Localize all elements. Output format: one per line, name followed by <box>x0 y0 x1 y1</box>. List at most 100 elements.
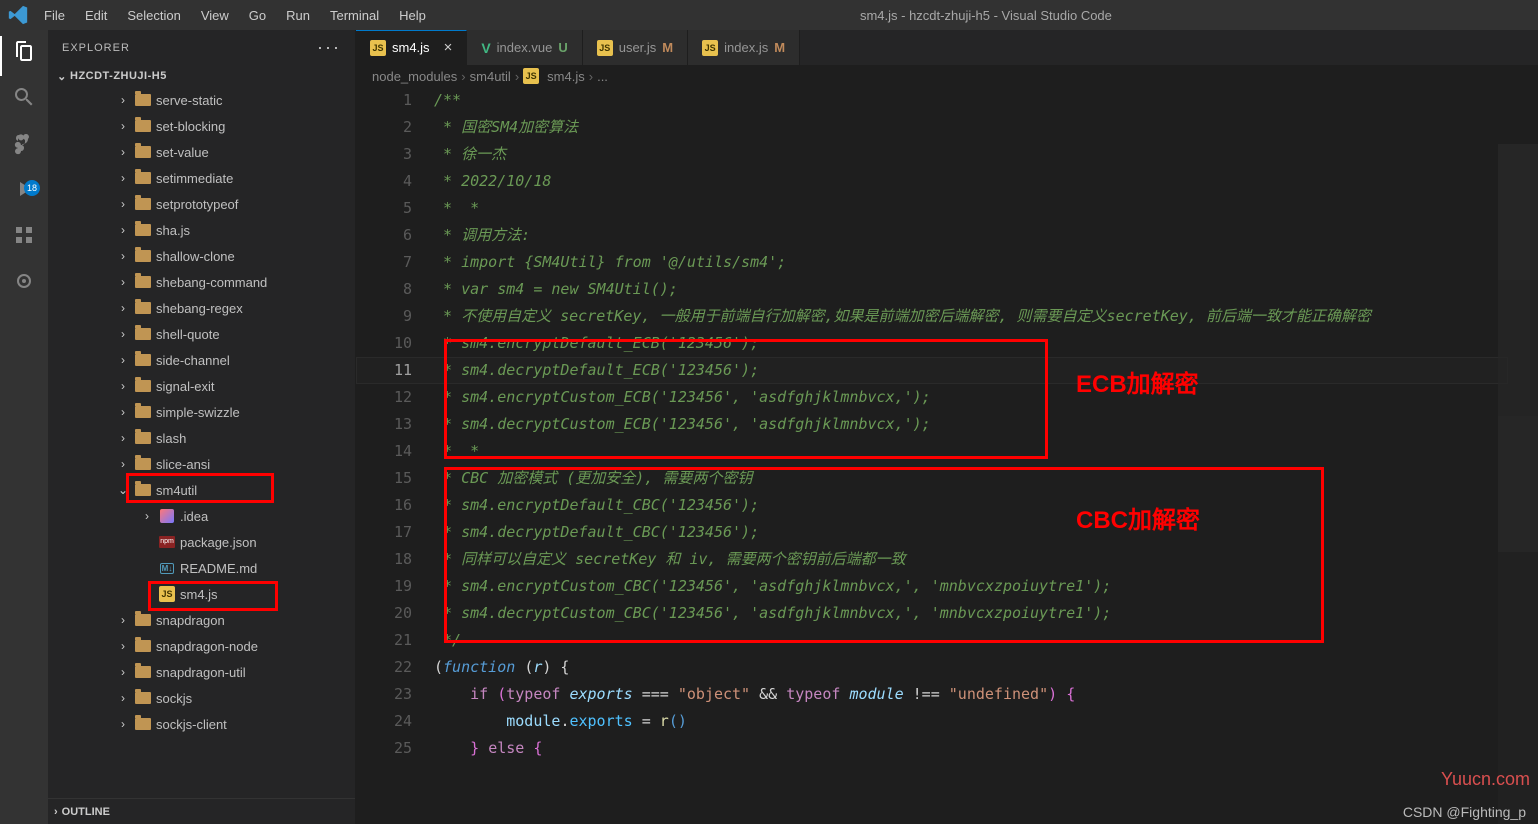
chevron-right-icon: › <box>116 275 130 289</box>
chevron-right-icon: › <box>116 301 130 315</box>
chevron-right-icon: › <box>116 691 130 705</box>
code-content[interactable]: /** * 国密SM4加密算法 * 徐一杰 * 2022/10/18 * * *… <box>434 87 1538 824</box>
tree-item-label: set-blocking <box>156 119 225 134</box>
tree-item[interactable]: ›side-channel <box>48 347 355 373</box>
menu-edit[interactable]: Edit <box>77 4 115 27</box>
vue-icon: V <box>481 40 490 56</box>
chevron-right-icon: › <box>116 379 130 393</box>
breadcrumb-item[interactable]: sm4util <box>470 69 511 84</box>
js-icon: JS <box>523 68 539 84</box>
outline-label: OUTLINE <box>62 806 110 818</box>
tab-label: user.js <box>619 40 657 55</box>
tab-user-js[interactable]: JSuser.jsM <box>583 30 688 65</box>
editor: JSsm4.js×Vindex.vueUJSuser.jsMJSindex.js… <box>356 30 1538 824</box>
code-area[interactable]: 1234567891011121314151617181920212223242… <box>356 87 1538 824</box>
tree-item-label: .idea <box>180 509 208 524</box>
chevron-right-icon: › <box>116 431 130 445</box>
search-icon[interactable] <box>11 84 37 110</box>
tree-item[interactable]: ›sockjs <box>48 685 355 711</box>
md-icon: M↓ <box>158 559 176 577</box>
tree-item[interactable]: ›sha.js <box>48 217 355 243</box>
tree-item[interactable]: › slash <box>48 425 355 451</box>
tree-item[interactable]: › snapdragon-node <box>48 633 355 659</box>
chevron-right-icon: › <box>116 457 130 471</box>
tree-item[interactable]: › set-blocking <box>48 113 355 139</box>
activity-bar: 18 <box>0 30 48 824</box>
tab-index-js[interactable]: JSindex.jsM <box>688 30 800 65</box>
tree-item[interactable]: ⌄sm4util <box>48 477 355 503</box>
menu-file[interactable]: File <box>36 4 73 27</box>
tree-item[interactable]: ›signal-exit <box>48 373 355 399</box>
chevron-right-icon: › <box>116 119 130 133</box>
menu-run[interactable]: Run <box>278 4 318 27</box>
minimap[interactable] <box>1498 144 1538 824</box>
more-icon[interactable]: ··· <box>317 37 341 58</box>
tree-item[interactable]: ›slice-ansi <box>48 451 355 477</box>
project-name: HZCDT-ZHUJI-H5 <box>70 70 167 82</box>
tree-item[interactable]: ›snapdragon <box>48 607 355 633</box>
chevron-right-icon: › <box>140 509 154 523</box>
tree-item-label: shell-quote <box>156 327 220 342</box>
breadcrumb-item[interactable]: sm4.js <box>547 69 585 84</box>
annotation-label-cbc: CBC加解密 <box>1076 507 1200 534</box>
menu-selection[interactable]: Selection <box>119 4 188 27</box>
tree-item-label: slash <box>156 431 186 446</box>
chevron-right-icon: › <box>116 639 130 653</box>
menu-go[interactable]: Go <box>241 4 274 27</box>
tree-item[interactable]: ›shebang-command <box>48 269 355 295</box>
tab-index-vue[interactable]: Vindex.vueU <box>467 30 582 65</box>
breadcrumb[interactable]: node_modules›sm4util›JSsm4.js›... <box>356 65 1538 87</box>
menu-terminal[interactable]: Terminal <box>322 4 387 27</box>
tree-item[interactable]: npmpackage.json <box>48 529 355 555</box>
project-header[interactable]: ⌄ HZCDT-ZHUJI-H5 <box>48 65 355 87</box>
chevron-right-icon: › <box>116 717 130 731</box>
folder-icon <box>134 169 152 187</box>
explorer-icon[interactable] <box>11 38 37 64</box>
js-icon: JS <box>702 40 718 56</box>
extensions-icon[interactable] <box>11 222 37 248</box>
tree-item[interactable]: ›shell-quote <box>48 321 355 347</box>
tab-sm4-js[interactable]: JSsm4.js× <box>356 30 467 65</box>
vscode-logo-icon <box>8 5 28 25</box>
menu-view[interactable]: View <box>193 4 237 27</box>
tree-item-label: snapdragon-node <box>156 639 258 654</box>
menu-help[interactable]: Help <box>391 4 434 27</box>
tree-item[interactable]: › serve-static <box>48 87 355 113</box>
chevron-down-icon: ⌄ <box>54 70 70 83</box>
tree-item[interactable]: › .idea <box>48 503 355 529</box>
tree-item[interactable]: M↓README.md <box>48 555 355 581</box>
sidebar: EXPLORER ··· ⌄ HZCDT-ZHUJI-H5 › serve-sta… <box>48 30 356 824</box>
chevron-right-icon: › <box>116 171 130 185</box>
tree-item[interactable]: ›shallow-clone <box>48 243 355 269</box>
close-icon[interactable]: × <box>444 39 453 56</box>
tree-item-label: shebang-regex <box>156 301 243 316</box>
js-icon: JS <box>158 585 176 603</box>
tree-item[interactable]: ›snapdragon-util <box>48 659 355 685</box>
annotation-label-ecb: ECB加解密 <box>1076 371 1199 398</box>
folder-icon <box>134 195 152 213</box>
tree-item[interactable]: ›set-value <box>48 139 355 165</box>
tree-item[interactable]: › shebang-regex <box>48 295 355 321</box>
folder-icon <box>134 143 152 161</box>
tree-item-label: sockjs-client <box>156 717 227 732</box>
sidebar-header: EXPLORER ··· <box>48 30 355 65</box>
tree-item[interactable]: ›setprototypeof <box>48 191 355 217</box>
source-control-icon[interactable] <box>11 130 37 156</box>
file-tree: ›serve-static›set-blocking›set-value›set… <box>48 87 355 798</box>
tree-item[interactable]: ›simple-swizzle <box>48 399 355 425</box>
tree-item-label: setprototypeof <box>156 197 238 212</box>
tree-item-label: sm4util <box>156 483 197 498</box>
outline-section[interactable]: › OUTLINE <box>48 798 355 824</box>
folder-icon <box>134 351 152 369</box>
tree-item-label: serve-static <box>156 93 222 108</box>
tree-item[interactable]: ›setimmediate <box>48 165 355 191</box>
breadcrumb-item[interactable]: ... <box>597 69 608 84</box>
chevron-right-icon: › <box>116 93 130 107</box>
breadcrumb-item[interactable]: node_modules <box>372 69 457 84</box>
chevron-right-icon: › <box>461 69 465 84</box>
tree-item[interactable]: › sockjs-client <box>48 711 355 737</box>
remote-icon[interactable] <box>11 268 37 294</box>
folder-icon <box>134 429 152 447</box>
tree-item[interactable]: JSsm4.js <box>48 581 355 607</box>
folder-icon <box>134 611 152 629</box>
